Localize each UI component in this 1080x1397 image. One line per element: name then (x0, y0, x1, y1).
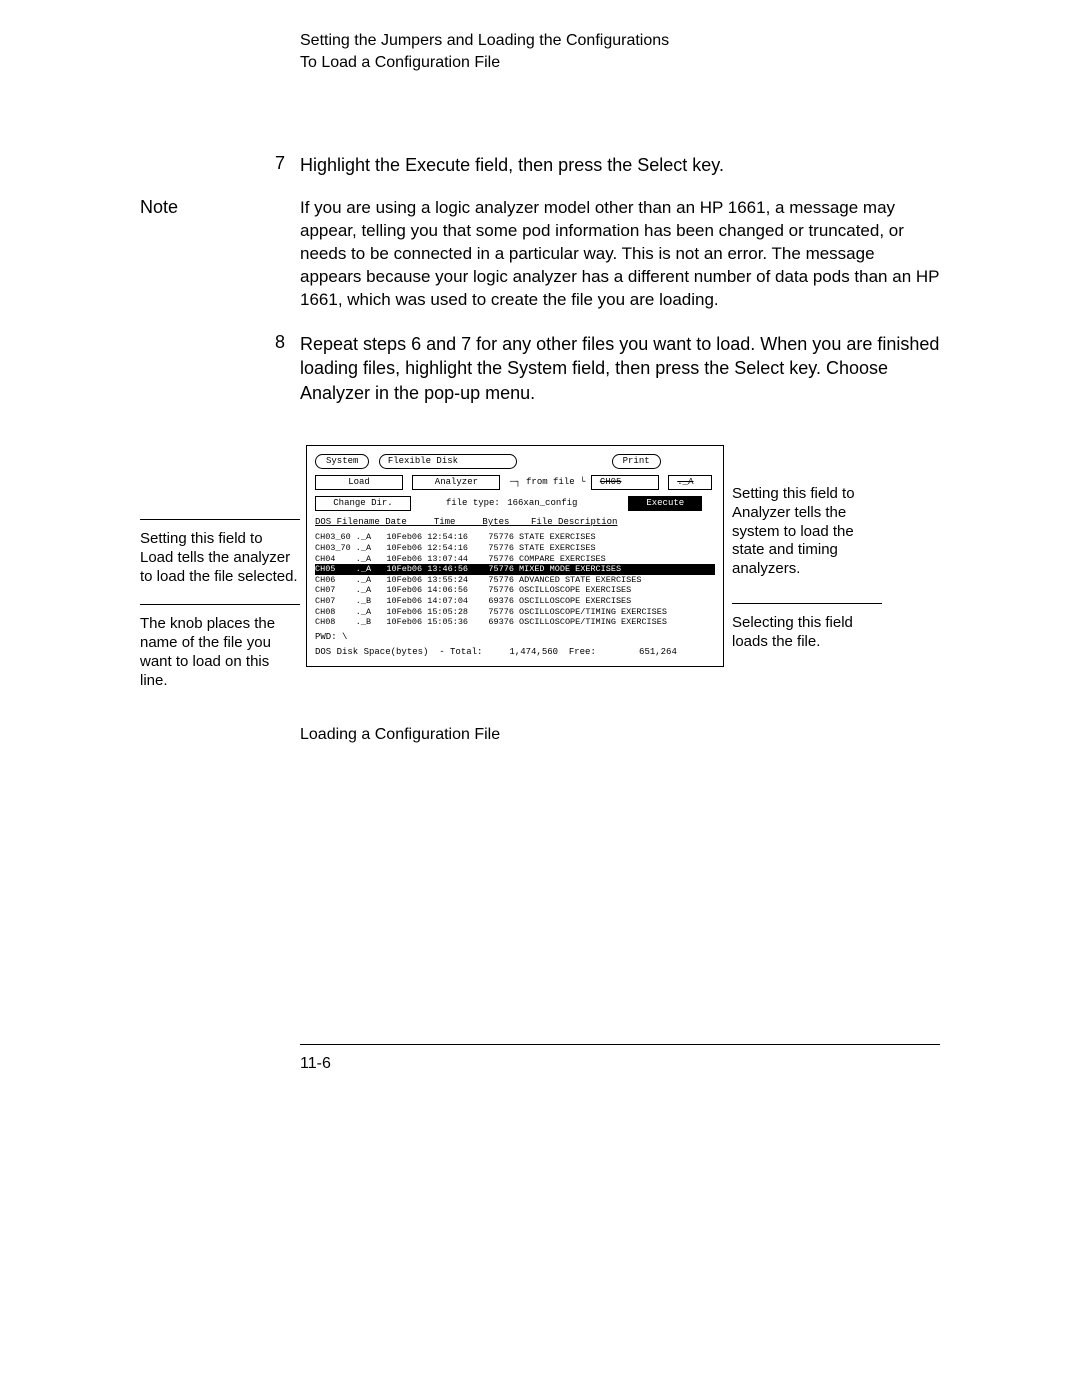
select-key-name: Select (637, 155, 687, 175)
text: key. (687, 155, 724, 175)
pwd-line: PWD: \ (315, 632, 715, 643)
text: Highlight the (300, 155, 405, 175)
file-row[interactable]: CH06 ._A 10Feb06 13:55:24 75776 ADVANCED… (315, 575, 715, 586)
file-listing[interactable]: CH03_60 ._A 10Feb06 12:54:16 75776 STATE… (315, 532, 715, 628)
file-row[interactable]: CH07 ._A 10Feb06 14:06:56 75776 OSCILLOS… (315, 585, 715, 596)
step-number: 8 (275, 332, 300, 353)
file-type-value: 166xan_config (507, 498, 577, 509)
note-block: Note If you are using a logic analyzer m… (140, 197, 940, 312)
file-type-label: file type: (446, 498, 500, 509)
step-body: Repeat steps 6 and 7 for any other files… (300, 332, 940, 405)
file-row[interactable]: CH07 ._B 10Feb06 14:07:04 69376 OSCILLOS… (315, 596, 715, 607)
execute-field[interactable]: Execute (628, 496, 702, 511)
page-header: Setting the Jumpers and Loading the Conf… (300, 30, 940, 73)
header-line-2: To Load a Configuration File (300, 52, 940, 74)
note-body: If you are using a logic analyzer model … (300, 197, 940, 312)
file-row[interactable]: CH08 ._A 10Feb06 15:05:28 75776 OSCILLOS… (315, 607, 715, 618)
header-line-1: Setting the Jumpers and Loading the Conf… (300, 30, 940, 52)
callout-execute-field: Selecting this field loads the file. (732, 614, 882, 652)
figure-caption: Loading a Configuration File (300, 726, 940, 744)
file-row[interactable]: CH03_60 ._A 10Feb06 12:54:16 75776 STATE… (315, 532, 715, 543)
execute-field-name: Execute (405, 155, 470, 175)
right-callouts: Setting this field to Analyzer tells the… (724, 445, 882, 675)
file-row[interactable]: CH04 ._A 10Feb06 13:07:44 75776 COMPARE … (315, 554, 715, 565)
file-row[interactable]: CH05 ._A 10Feb06 13:46:56 75776 MIXED MO… (315, 564, 715, 575)
flexible-disk-field[interactable]: Flexible Disk (379, 454, 517, 469)
step-7: 7 Highlight the Execute field, then pres… (140, 153, 940, 177)
analyzer-name: Analyzer (300, 383, 370, 403)
step-body: Highlight the Execute field, then press … (300, 153, 940, 177)
left-callouts: Setting this field to Load tells the ana… (140, 445, 306, 708)
callout-knob: The knob places the name of the file you… (140, 615, 300, 690)
file-row[interactable]: CH03_70 ._A 10Feb06 12:54:16 75776 STATE… (315, 543, 715, 554)
callout-analyzer-field: Setting this field to Analyzer tells the… (732, 485, 882, 579)
system-button[interactable]: System (315, 454, 369, 469)
system-field-name: System (507, 358, 567, 378)
page-number: 11-6 (300, 1055, 940, 1073)
step-number: 7 (275, 153, 300, 174)
file-row[interactable]: CH08 ._B 10Feb06 15:05:36 69376 OSCILLOS… (315, 617, 715, 628)
footer-rule (300, 1044, 940, 1045)
figure-with-callouts: Setting this field to Load tells the ana… (140, 445, 940, 708)
file-name-field[interactable]: CH05 (591, 475, 659, 490)
text: field, then press the Select key. Choose (567, 358, 888, 378)
change-dir-field[interactable]: Change Dir. (315, 496, 411, 511)
text: field, then press the (470, 155, 637, 175)
disk-space-line: DOS Disk Space(bytes) - Total: 1,474,560… (315, 647, 715, 658)
step-8: 8 Repeat steps 6 and 7 for any other fil… (140, 332, 940, 405)
note-label: Note (140, 197, 300, 218)
file-ext-field[interactable]: ._A (668, 475, 712, 490)
from-file-label: from file (526, 477, 575, 488)
load-field[interactable]: Load (315, 475, 403, 490)
file-list-header: DOS Filename Date Time Bytes File Descri… (315, 517, 715, 528)
analyzer-field[interactable]: Analyzer (412, 475, 500, 490)
text: in the pop-up menu. (370, 383, 535, 403)
analyzer-screenshot: System Flexible Disk Print Load Analyzer… (306, 445, 724, 667)
print-button[interactable]: Print (612, 454, 661, 469)
callout-load-field: Setting this field to Load tells the ana… (140, 530, 300, 586)
